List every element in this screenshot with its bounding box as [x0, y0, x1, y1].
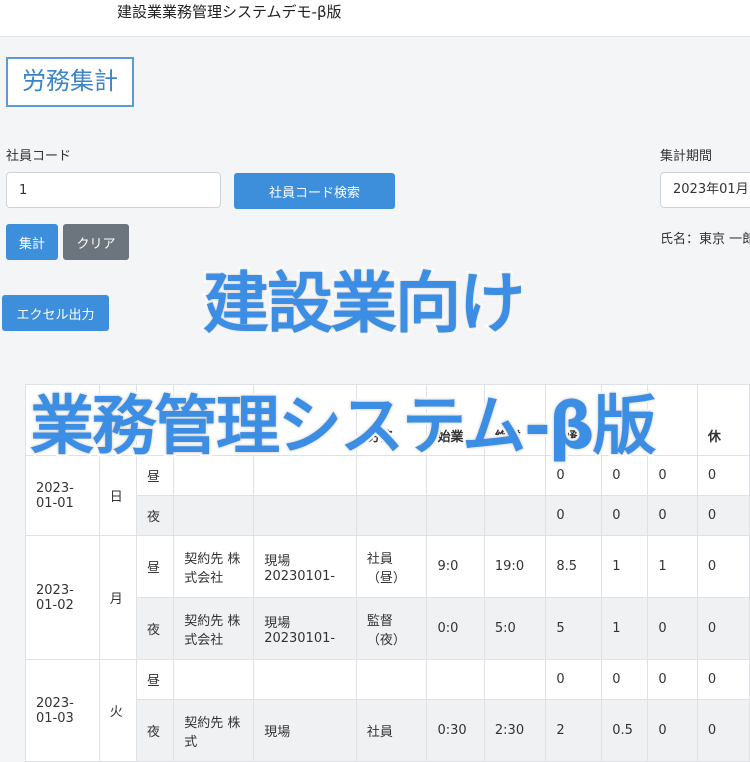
weekday-cell: 月: [98, 535, 138, 660]
value-cell: 0: [696, 535, 750, 598]
end-cell: 5:0: [483, 597, 547, 660]
role-cell: 社員: [355, 699, 428, 762]
period-select[interactable]: 2023年01月: [660, 172, 750, 208]
client-cell: 契約先 株式会社: [173, 535, 255, 598]
shift-cell: 夜: [135, 699, 175, 762]
client-cell: [173, 495, 255, 536]
employee-code-input[interactable]: [6, 172, 221, 208]
client-cell: 契約先 株式: [173, 699, 255, 762]
value-cell: 0: [601, 659, 649, 700]
value-cell: 0: [696, 455, 750, 496]
overlay-title-line1: 建設業向け: [201, 263, 528, 345]
role-cell: 社員（昼）: [355, 535, 428, 598]
clear-button[interactable]: クリア: [63, 224, 129, 260]
value-cell: 0: [545, 495, 603, 536]
shift-cell: 昼: [135, 659, 175, 700]
site-cell: 現場: [253, 699, 357, 762]
site-cell: 現場 20230101-: [253, 535, 357, 598]
page-title: 労務集計: [6, 57, 134, 107]
date-cell: 2023-01-01: [25, 455, 100, 536]
table-row: 2023-01-02 月 昼 契約先 株式会社 現場 20230101- 社員（…: [25, 535, 750, 660]
start-cell: 9:0: [426, 535, 485, 598]
weekday-cell: 日: [98, 455, 138, 536]
value-cell: 0: [601, 495, 649, 536]
start-cell: [426, 495, 485, 536]
client-cell: [173, 659, 255, 700]
role-cell: [355, 659, 428, 700]
employee-name: 氏名：東京 一郎: [660, 232, 750, 247]
value-cell: 0: [647, 597, 698, 660]
value-cell: 0: [696, 597, 750, 660]
role-cell: 監督（夜）: [355, 597, 428, 660]
employee-code-label: 社員コード: [6, 149, 72, 164]
shift-cell: 昼: [135, 535, 175, 598]
site-cell: [253, 659, 357, 700]
shift-cell: 夜: [135, 495, 175, 536]
header-col11: [647, 384, 698, 456]
value-cell: 0: [696, 659, 750, 700]
value-cell: 1: [601, 597, 649, 660]
value-cell: 1: [647, 535, 698, 598]
top-navbar: 建設業業務管理システムデモ-β版: [0, 0, 750, 37]
start-cell: 0:0: [426, 597, 485, 660]
weekday-cell: 火: [98, 659, 138, 762]
employee-code-search-button[interactable]: 社員コード検索: [234, 173, 395, 209]
date-cell: 2023-01-03: [25, 659, 100, 762]
app-title: 建設業業務管理システムデモ-β版: [117, 3, 342, 21]
value-cell: 0: [647, 455, 698, 496]
end-cell: [483, 659, 547, 700]
value-cell: 0.5: [601, 699, 649, 762]
header-rest: 休: [696, 384, 750, 456]
start-cell: 0:30: [426, 699, 485, 762]
shift-cell: 夜: [135, 597, 175, 660]
client-cell: 契約先 株式会社: [173, 597, 255, 660]
role-cell: [355, 495, 428, 536]
table-row: 2023-01-03 火 昼 0 0 0 0: [25, 659, 750, 762]
value-cell: 0: [647, 659, 698, 700]
value-cell: 5: [545, 597, 603, 660]
value-cell: 2: [545, 699, 603, 762]
value-cell: 8.5: [545, 535, 603, 598]
site-cell: [253, 495, 357, 536]
date-cell: 2023-01-02: [25, 535, 100, 660]
overlay-title-line2: 業務管理システム-β版: [27, 388, 658, 467]
value-cell: 0: [647, 699, 698, 762]
start-cell: [426, 659, 485, 700]
period-label: 集計期間: [660, 149, 713, 164]
value-cell: 0: [647, 495, 698, 536]
value-cell: 1: [601, 535, 649, 598]
aggregate-button[interactable]: 集計: [6, 224, 58, 260]
end-cell: 2:30: [483, 699, 547, 762]
excel-export-button[interactable]: エクセル出力: [2, 295, 109, 331]
end-cell: 19:0: [483, 535, 547, 598]
site-cell: 現場 20230101-: [253, 597, 357, 660]
end-cell: [483, 495, 547, 536]
value-cell: 0: [696, 495, 750, 536]
value-cell: 0: [545, 659, 603, 700]
value-cell: 0: [696, 699, 750, 762]
